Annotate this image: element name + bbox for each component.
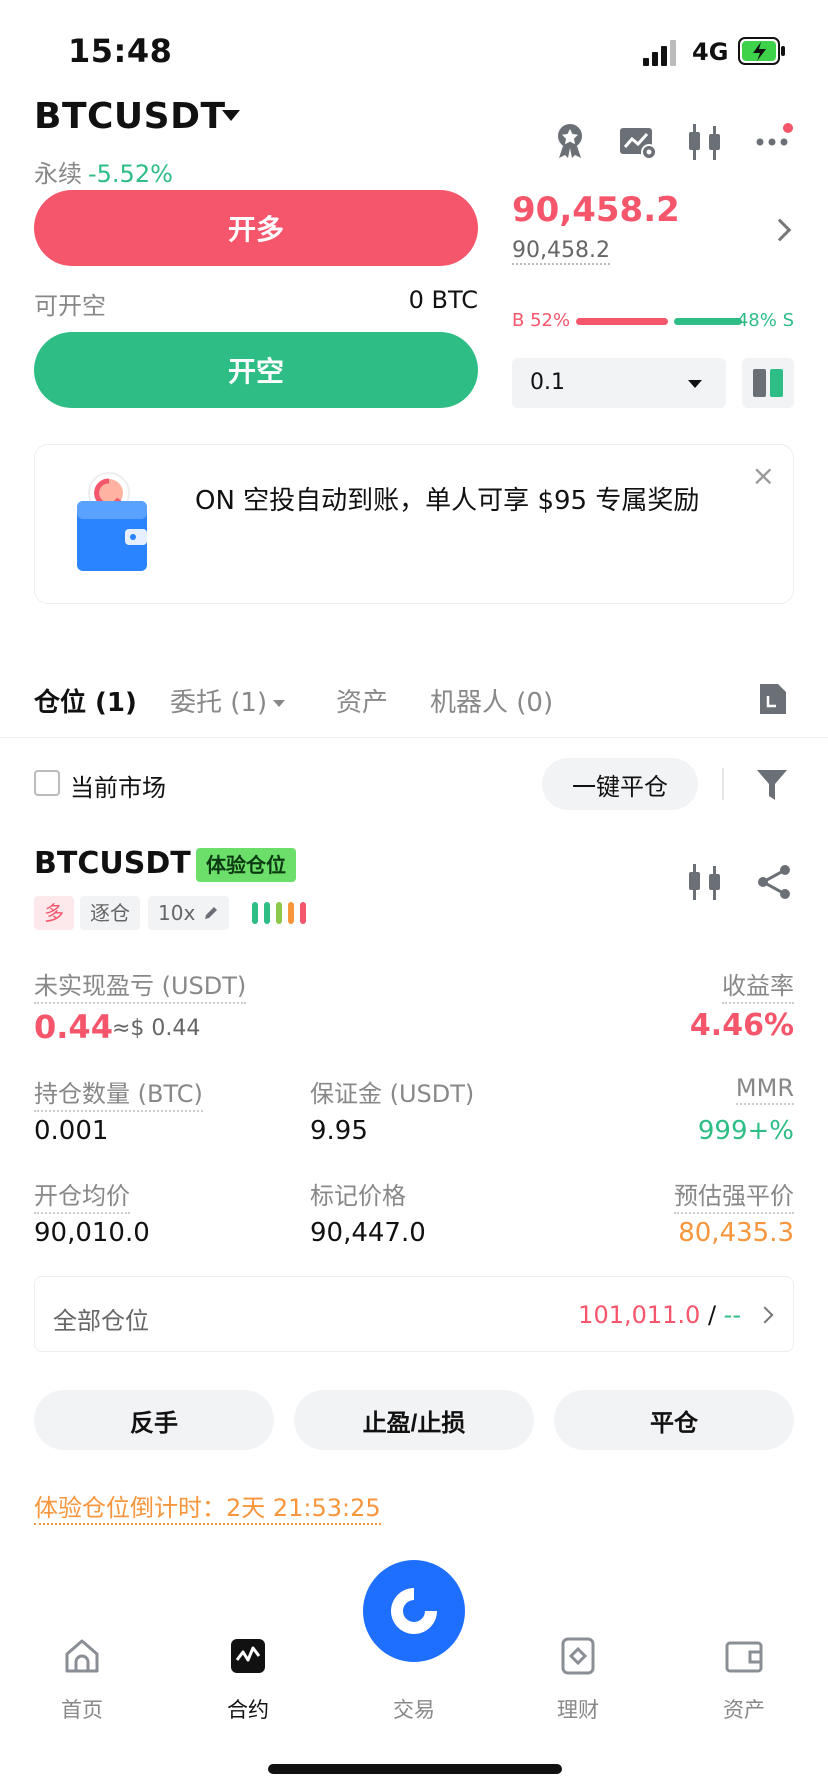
mark-price-value: 90,447.0 — [310, 1218, 426, 1248]
tab-orders[interactable]: 委托 (1) — [170, 682, 286, 719]
banner-text: ON 空投自动到账，单人可享 $95 专属奖励 — [195, 486, 700, 516]
tp-sl-button[interactable]: 止盈/止损 — [294, 1390, 534, 1450]
position-tabs: 仓位 (1) 委托 (1) 资产 机器人 (0) — [0, 660, 828, 738]
liq-price-value: 80,435.3 — [678, 1218, 794, 1248]
divider — [722, 768, 724, 800]
signal-icon — [643, 40, 676, 66]
home-indicator — [268, 1764, 562, 1774]
unrealized-pnl-label[interactable]: 未实现盈亏 (USDT) — [34, 966, 247, 1004]
layout-toggle-button[interactable] — [742, 358, 794, 408]
battery-charging-icon — [738, 37, 785, 65]
chevron-right-icon — [756, 1306, 774, 1324]
leverage-value: 10x — [158, 901, 196, 925]
price-change: -5.52% — [88, 160, 173, 188]
mmr-label[interactable]: MMR — [735, 1074, 794, 1105]
nav-home[interactable]: 首页 — [22, 1636, 142, 1724]
side-badge: 多 — [34, 896, 74, 930]
buy-ratio-bar — [576, 318, 668, 325]
close-icon[interactable]: × — [752, 459, 775, 492]
home-icon — [65, 1639, 99, 1673]
size-value: 0.001 — [34, 1116, 109, 1146]
risk-meter — [252, 902, 310, 924]
nav-trade-label[interactable]: 交易 — [354, 1694, 474, 1724]
trade-button[interactable] — [363, 1560, 465, 1662]
nav-earn-label: 理财 — [557, 1698, 599, 1722]
promo-banner[interactable]: ON 空投自动到账，单人可享 $95 专属奖励 × — [34, 444, 794, 604]
trade-logo-icon — [391, 1588, 437, 1634]
current-market-label[interactable]: 当前市场 — [70, 768, 166, 803]
trial-position-badge: 体验仓位 — [196, 848, 296, 882]
status-time: 15:48 — [68, 32, 173, 70]
futures-icon — [231, 1639, 265, 1673]
unrealized-pnl: 0.44 — [34, 1008, 113, 1046]
chart-settings-icon[interactable] — [618, 122, 658, 162]
margin-value: 9.95 — [310, 1116, 368, 1146]
tab-positions[interactable]: 仓位 (1) — [34, 682, 137, 719]
close-all-button[interactable]: 一键平仓 — [542, 758, 698, 810]
mark-price[interactable]: 90,458.2 — [512, 238, 610, 265]
mmr-value: 999+% — [697, 1116, 794, 1146]
nav-assets-label: 资产 — [723, 1698, 765, 1722]
nav-assets[interactable]: 资产 — [684, 1636, 804, 1724]
margin-label: 保证金 (USDT) — [310, 1080, 475, 1108]
document-icon[interactable] — [758, 682, 788, 716]
margin-mode-badge: 逐仓 — [80, 896, 140, 930]
caret-down-icon — [273, 700, 286, 707]
open-long-button[interactable]: 开多 — [34, 190, 478, 266]
nav-earn[interactable]: 理财 — [518, 1636, 638, 1724]
roe-value: 4.46% — [689, 1008, 794, 1043]
nav-home-label: 首页 — [61, 1698, 103, 1722]
chevron-right-icon[interactable] — [768, 218, 792, 242]
available-label: 可开空 — [34, 292, 106, 320]
edit-icon — [205, 907, 218, 919]
nav-futures-label: 合约 — [227, 1698, 269, 1722]
tab-orders-label: 委托 (1) — [170, 688, 268, 718]
buy-ratio-label: B 52% — [512, 310, 571, 331]
nav-futures[interactable]: 合约 — [188, 1636, 308, 1724]
mark-price-label: 标记价格 — [310, 1182, 406, 1210]
caret-down-icon — [688, 380, 702, 388]
liq-price-label[interactable]: 预估强平价 — [674, 1176, 794, 1214]
quantity-select[interactable]: 0.1 — [512, 358, 726, 408]
split-layout-icon — [753, 369, 783, 397]
caret-down-icon[interactable] — [222, 110, 240, 121]
filter-icon[interactable] — [756, 768, 788, 802]
trial-countdown[interactable]: 体验仓位倒计时：2天 21:53:25 — [34, 1488, 381, 1525]
quantity-value: 0.1 — [530, 370, 565, 395]
close-position-button[interactable]: 平仓 — [554, 1390, 794, 1450]
current-market-checkbox[interactable] — [34, 770, 60, 796]
wallet-icon — [725, 1641, 763, 1673]
all-positions-value: 101,011.0 / -- — [578, 1301, 741, 1329]
all-positions-label: 全部仓位 — [53, 1307, 149, 1335]
reverse-button[interactable]: 反手 — [34, 1390, 274, 1450]
size-label[interactable]: 持仓数量 (BTC) — [34, 1074, 203, 1112]
network-type: 4G — [692, 38, 729, 66]
wallet-icon — [77, 472, 147, 571]
roe-label[interactable]: 收益率 — [722, 966, 794, 1004]
available-value: 0 BTC — [408, 286, 478, 314]
tab-assets[interactable]: 资产 — [336, 682, 388, 719]
pair-selector[interactable]: BTCUSDT — [34, 96, 226, 137]
candlestick-icon[interactable] — [686, 862, 726, 902]
entry-price-label[interactable]: 开仓均价 — [34, 1176, 130, 1214]
tab-bots[interactable]: 机器人 (0) — [430, 682, 553, 719]
pair-subtitle: 永续 -5.52% — [34, 154, 173, 189]
open-short-button[interactable]: 开空 — [34, 332, 478, 408]
all-positions-row[interactable]: 全部仓位 101,011.0 / -- — [34, 1276, 794, 1352]
candlestick-icon[interactable] — [686, 122, 726, 162]
position-symbol[interactable]: BTCUSDT — [34, 846, 191, 881]
status-bar: 15:48 4G — [0, 0, 828, 96]
earn-icon — [561, 1637, 595, 1675]
last-price[interactable]: 90,458.2 — [512, 190, 680, 230]
buy-sell-ratio: B 52% 48% S — [512, 308, 794, 332]
award-icon[interactable] — [550, 120, 590, 160]
sell-ratio-label: 48% S — [736, 310, 794, 331]
sell-ratio-bar — [674, 318, 742, 325]
more-icon[interactable] — [754, 118, 794, 158]
contract-type: 永续 — [34, 160, 82, 188]
entry-price-value: 90,010.0 — [34, 1218, 150, 1248]
leverage-badge[interactable]: 10x — [148, 896, 230, 930]
share-icon[interactable] — [754, 862, 794, 902]
unrealized-pnl-usd: ≈$ 0.44 — [112, 1016, 201, 1041]
